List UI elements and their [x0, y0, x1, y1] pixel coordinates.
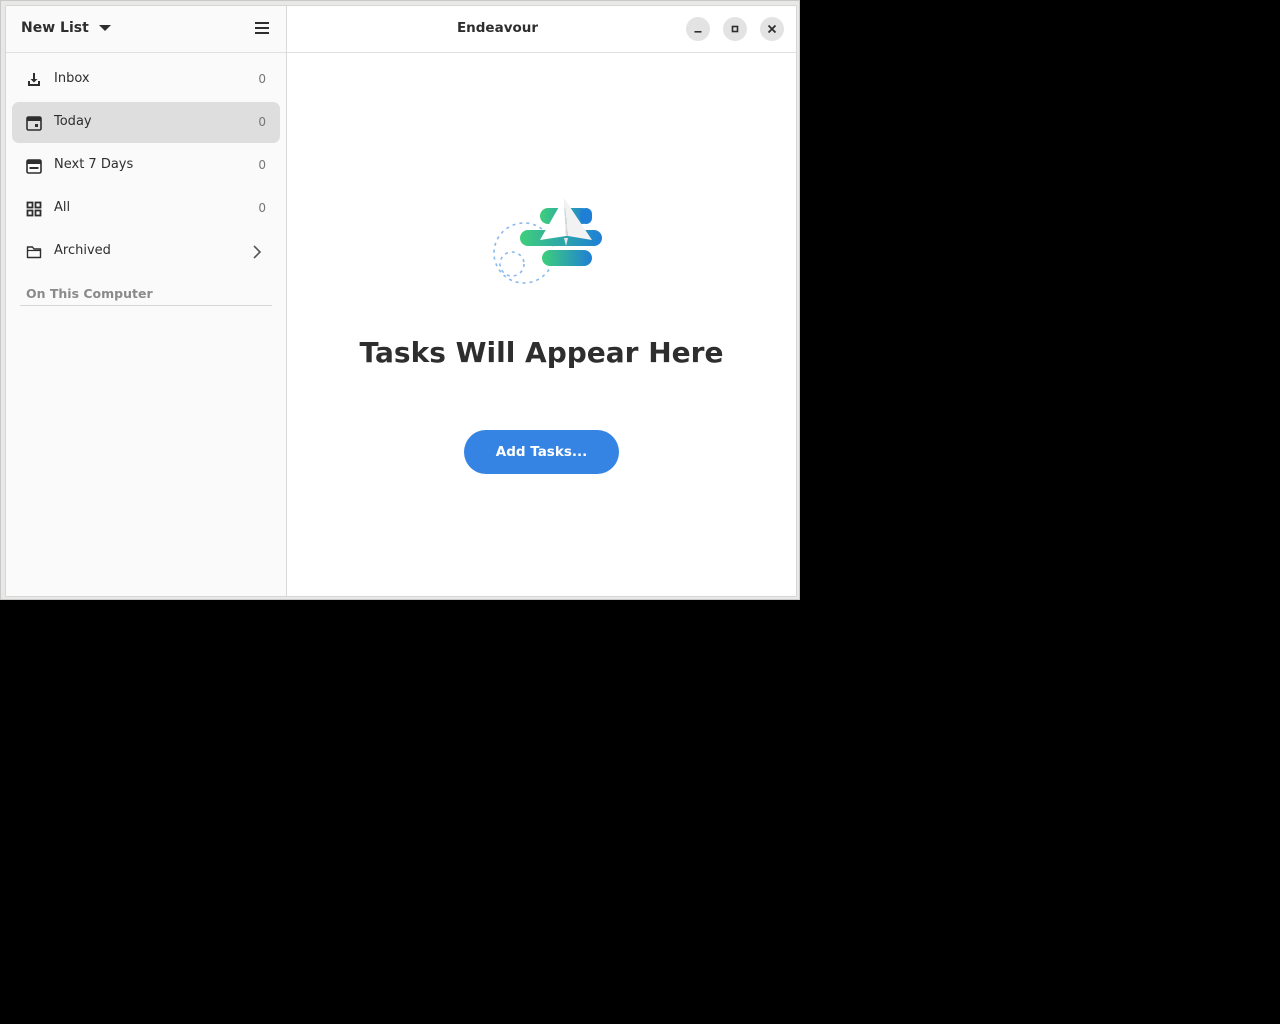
maximize-button[interactable] — [723, 17, 747, 41]
sidebar-item-label: Inbox — [54, 71, 90, 86]
minimize-icon — [694, 31, 702, 33]
window-frame: New List Inbox 0 Today 0 Next 7 Days 0 A… — [5, 5, 797, 597]
chevron-right-icon[interactable] — [250, 244, 264, 260]
calendar-week-icon — [26, 159, 42, 174]
sidebar-item-count: 0 — [258, 115, 266, 129]
sidebar-item-label: Archived — [54, 243, 111, 258]
window-title: Endeavour — [456, 20, 539, 36]
sidebar-item-next-7-days[interactable]: Next 7 Days 0 — [12, 145, 280, 186]
folder-icon — [26, 246, 42, 259]
sidebar-item-inbox[interactable]: Inbox 0 — [12, 59, 280, 100]
list-switcher-label: New List — [21, 20, 89, 36]
section-title: On This Computer — [26, 286, 153, 301]
maximize-icon — [731, 25, 739, 33]
paper-plane-illustration — [493, 198, 602, 284]
add-tasks-button[interactable]: Add Tasks... — [464, 430, 619, 474]
inbox-download-icon — [28, 73, 40, 86]
sidebar-item-count: 0 — [258, 158, 266, 172]
sidebar-item-label: All — [54, 200, 71, 215]
calendar-today-icon — [26, 116, 42, 131]
sidebar-header: New List — [6, 6, 286, 53]
sidebar-item-all[interactable]: All 0 — [12, 188, 280, 229]
hamburger-menu-icon[interactable] — [255, 22, 269, 36]
sidebar-item-today[interactable]: Today 0 — [12, 102, 280, 143]
sidebar-item-count: 0 — [258, 201, 266, 215]
main-pane: Endeavour Tasks Will Appear Here Add Tas… — [287, 6, 796, 596]
grid-icon — [26, 201, 42, 217]
close-icon — [767, 24, 777, 34]
sidebar-item-label: Next 7 Days — [54, 157, 134, 172]
empty-state-title: Tasks Will Appear Here — [359, 336, 724, 369]
sidebar: New List Inbox 0 Today 0 Next 7 Days 0 A… — [6, 6, 287, 596]
app-window: New List Inbox 0 Today 0 Next 7 Days 0 A… — [0, 0, 800, 600]
sidebar-item-count: 0 — [258, 72, 266, 86]
header-bar: Endeavour — [287, 6, 796, 53]
section-divider — [20, 305, 272, 306]
list-switcher-button[interactable]: New List — [21, 20, 111, 36]
sidebar-item-label: Today — [54, 114, 92, 129]
sidebar-nav: Inbox 0 Today 0 Next 7 Days 0 All 0 Arch… — [12, 59, 280, 274]
close-button[interactable] — [760, 17, 784, 41]
caret-down-icon — [98, 25, 111, 31]
sidebar-item-archived[interactable]: Archived — [12, 231, 280, 272]
minimize-button[interactable] — [686, 17, 710, 41]
